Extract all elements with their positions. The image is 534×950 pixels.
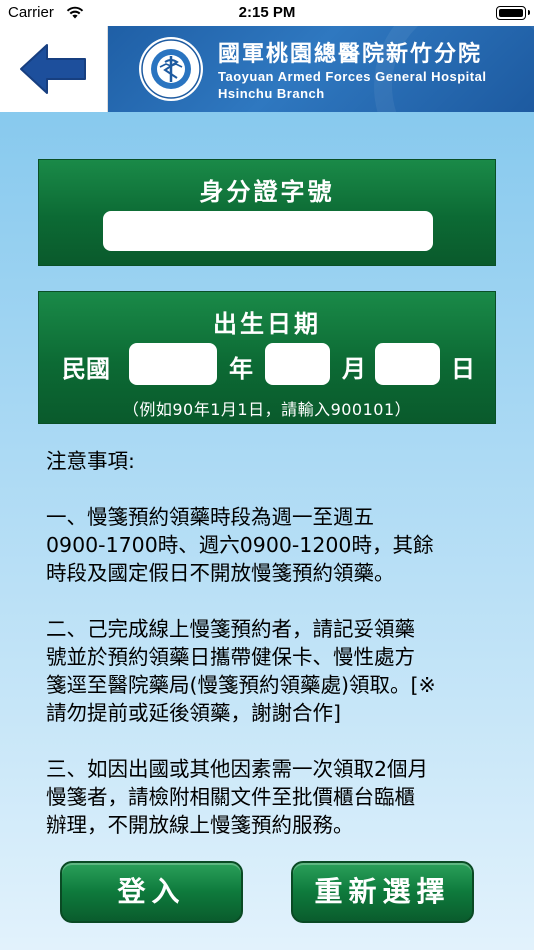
reset-button[interactable]: 重新選擇 xyxy=(291,861,474,923)
hospital-branch-en: Hsinchu Branch xyxy=(218,86,325,101)
year-label: 年 xyxy=(229,355,253,383)
birth-date-row: 民國 年 月 日 xyxy=(39,343,495,385)
note-item: 二、己完成線上慢箋預約者，請記妥領藥 號並於預約領藥日攜帶健保卡、慢性處方 箋逕… xyxy=(46,617,436,725)
note-item: 一、慢箋預約領藥時段為週一至週五 0900-1700時、週六0900-1200時… xyxy=(46,505,434,585)
id-number-input[interactable] xyxy=(103,211,433,251)
id-number-title: 身分證字號 xyxy=(199,178,335,206)
app-header: 國軍桃園總醫院新竹分院 Taoyuan Armed Forces General… xyxy=(0,26,534,112)
clock: 2:15 PM xyxy=(238,4,296,21)
birth-day-input[interactable] xyxy=(375,343,440,385)
hospital-name-en: Taoyuan Armed Forces General Hospital xyxy=(218,69,487,84)
birth-month-input[interactable] xyxy=(265,343,330,385)
birth-year-input[interactable] xyxy=(129,343,217,385)
birth-date-example: （例如90年1月1日，請輸入900101） xyxy=(122,400,412,419)
id-number-panel: 身分證字號 xyxy=(38,159,496,266)
notes-heading: 注意事項: xyxy=(46,449,135,473)
status-bar: Carrier 2:15 PM xyxy=(0,0,534,26)
hospital-emblem-icon xyxy=(139,37,203,101)
month-label: 月 xyxy=(342,355,366,383)
birth-date-panel: 出生日期 民國 年 月 日 （例如90年1月1日，請輸入900101） xyxy=(38,291,496,424)
era-label: 民國 xyxy=(62,355,110,383)
notes-section: 注意事項: 一、慢箋預約領藥時段為週一至週五 0900-1700時、週六0900… xyxy=(46,447,496,867)
hospital-banner: 國軍桃園總醫院新竹分院 Taoyuan Armed Forces General… xyxy=(108,26,534,112)
note-item: 三、如因出國或其他因素需一次領取2個月 慢箋者，請檢附相關文件至批價櫃台臨櫃 辦… xyxy=(46,757,429,837)
back-arrow-icon xyxy=(20,44,86,94)
hospital-name-zh: 國軍桃園總醫院新竹分院 xyxy=(218,42,483,67)
battery-icon xyxy=(496,6,530,20)
day-label: 日 xyxy=(451,355,475,383)
back-button[interactable] xyxy=(0,26,108,112)
login-button[interactable]: 登入 xyxy=(60,861,243,923)
birth-date-title: 出生日期 xyxy=(213,310,321,338)
